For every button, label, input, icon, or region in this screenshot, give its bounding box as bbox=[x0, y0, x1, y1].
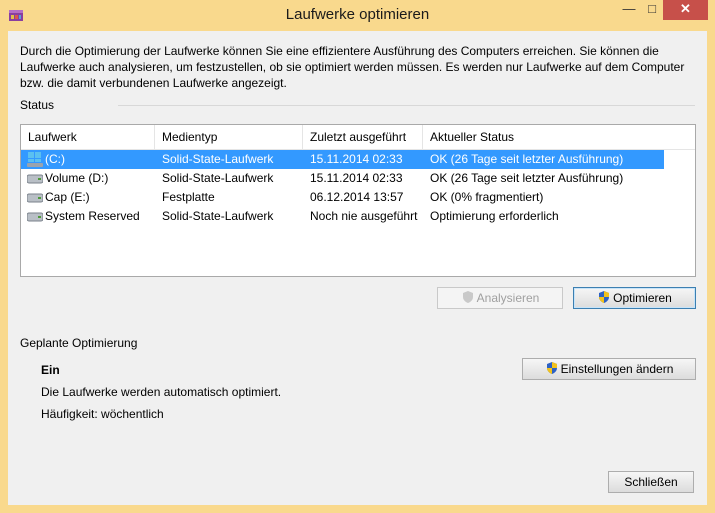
intro-text: Durch die Optimierung der Laufwerke könn… bbox=[20, 44, 685, 90]
drive-icon bbox=[27, 212, 43, 222]
schedule-label: Geplante Optimierung bbox=[20, 336, 138, 350]
drive-icon bbox=[27, 193, 43, 203]
status-separator bbox=[118, 105, 695, 106]
uac-shield-icon bbox=[599, 291, 610, 303]
column-header-last-run[interactable]: Zuletzt ausgeführt bbox=[303, 125, 423, 149]
analyze-label: Analysieren bbox=[476, 291, 540, 305]
schedule-description: Die Laufwerke werden automatisch optimie… bbox=[41, 385, 282, 399]
drive-name: System Reserved bbox=[45, 209, 140, 223]
window: Laufwerke optimieren — □ ✕ Durch die Opt… bbox=[0, 0, 715, 513]
uac-shield-icon bbox=[462, 291, 473, 303]
drive-row-system-reserved[interactable]: System Reserved Solid-State-Laufwerk Noc… bbox=[21, 207, 664, 226]
dialog-content: Durch die Optimierung der Laufwerke könn… bbox=[8, 31, 707, 505]
drive-icon bbox=[27, 174, 43, 184]
drive-name: Volume (D:) bbox=[45, 171, 109, 185]
current-status: OK (26 Tage seit letzter Ausführung) bbox=[430, 171, 624, 185]
optimize-button[interactable]: Optimieren bbox=[573, 287, 696, 309]
current-status: OK (26 Tage seit letzter Ausführung) bbox=[430, 152, 624, 166]
media-type: Solid-State-Laufwerk bbox=[162, 209, 274, 223]
optimize-label: Optimieren bbox=[613, 291, 672, 305]
current-status: OK (0% fragmentiert) bbox=[430, 190, 544, 204]
media-type: Solid-State-Laufwerk bbox=[162, 171, 274, 185]
schedule-state: Ein bbox=[41, 363, 60, 377]
drive-list-header: Laufwerk Medientyp Zuletzt ausgeführt Ak… bbox=[21, 125, 695, 150]
column-header-status[interactable]: Aktueller Status bbox=[423, 125, 663, 149]
change-settings-button[interactable]: Einstellungen ändern bbox=[522, 358, 696, 380]
last-run: 06.12.2014 13:57 bbox=[310, 190, 404, 204]
drive-list[interactable]: Laufwerk Medientyp Zuletzt ausgeführt Ak… bbox=[20, 124, 696, 277]
window-title: Laufwerke optimieren bbox=[285, 6, 430, 23]
media-type: Festplatte bbox=[162, 190, 215, 204]
analyze-button[interactable]: Analysieren bbox=[437, 287, 563, 309]
last-run: 15.11.2014 02:33 bbox=[310, 152, 403, 166]
schedule-frequency: Häufigkeit: wöchentlich bbox=[41, 407, 164, 421]
column-header-media[interactable]: Medientyp bbox=[155, 125, 303, 149]
drive-row-c[interactable]: (C:) Solid-State-Laufwerk 15.11.2014 02:… bbox=[21, 150, 664, 169]
maximize-button[interactable]: □ bbox=[642, 0, 662, 20]
close-button[interactable]: Schließen bbox=[608, 471, 694, 493]
drive-row-e[interactable]: Cap (E:) Festplatte 06.12.2014 13:57 OK … bbox=[21, 188, 664, 207]
status-label: Status bbox=[20, 98, 55, 112]
drive-row-d[interactable]: Volume (D:) Solid-State-Laufwerk 15.11.2… bbox=[21, 169, 664, 188]
uac-shield-icon bbox=[546, 362, 557, 374]
current-status: Optimierung erforderlich bbox=[430, 209, 559, 223]
title-bar[interactable]: Laufwerke optimieren — □ ✕ bbox=[0, 0, 715, 31]
last-run: 15.11.2014 02:33 bbox=[310, 171, 403, 185]
media-type: Solid-State-Laufwerk bbox=[162, 152, 274, 166]
change-settings-label: Einstellungen ändern bbox=[560, 362, 674, 376]
column-header-drive[interactable]: Laufwerk bbox=[21, 125, 155, 149]
drive-name: Cap (E:) bbox=[45, 190, 90, 204]
drive-name: (C:) bbox=[45, 152, 65, 166]
last-run: Noch nie ausgeführt bbox=[310, 209, 418, 223]
minimize-button[interactable]: — bbox=[616, 0, 642, 20]
windows-drive-icon bbox=[27, 152, 43, 167]
close-window-button[interactable]: ✕ bbox=[663, 0, 708, 20]
